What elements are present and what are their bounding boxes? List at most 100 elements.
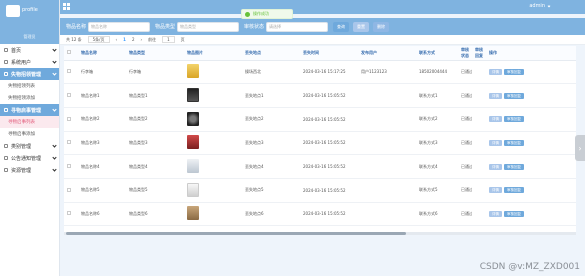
- sidebar-item[interactable]: 资源管理: [0, 164, 59, 176]
- sidebar-item[interactable]: 寻物启事管理: [0, 104, 59, 116]
- cell-time: 2024-03-16 15:05:52: [300, 202, 358, 227]
- cell-status: 已通过: [458, 60, 472, 85]
- sidebar-item-label: 寻物启事添加: [8, 132, 35, 137]
- item-type-input[interactable]: 物品类型: [177, 21, 240, 32]
- review-button[interactable]: 审核回复: [504, 68, 524, 75]
- table-row: 物品名称3 物品类型3 丢失地点3 2024-03-16 15:05:52 联系方式3 已…: [64, 131, 576, 156]
- item-image[interactable]: [187, 64, 199, 79]
- row-checkbox[interactable]: [67, 69, 71, 74]
- review-button[interactable]: 审核回复: [504, 116, 524, 123]
- cell-status: 已通过: [458, 154, 472, 179]
- cell-name: 物品名称4: [78, 154, 126, 179]
- row-checkbox[interactable]: [67, 164, 71, 169]
- sidebar-item[interactable]: 失物招领管理: [0, 68, 59, 80]
- detail-button[interactable]: 详情: [489, 68, 502, 75]
- menu-item-icon: [4, 108, 8, 112]
- item-image[interactable]: [187, 159, 199, 174]
- sidebar-nav: 首页系统用户失物招领管理 失物招领列表 失物招领添加 寻物启事管理寻物启事列表 寻物启事…: [0, 44, 59, 176]
- item-type-label: 物品类型: [155, 24, 176, 30]
- reset-button[interactable]: 重置: [353, 21, 370, 32]
- cell-reply: [472, 154, 486, 179]
- row-checkbox[interactable]: [67, 211, 71, 216]
- detail-button[interactable]: 详情: [489, 139, 502, 146]
- user-menu[interactable]: admin: [529, 3, 545, 9]
- cell-user: [358, 83, 416, 108]
- review-button[interactable]: 审核回复: [504, 163, 524, 170]
- item-image[interactable]: [187, 135, 199, 150]
- item-image[interactable]: [187, 182, 199, 197]
- cell-place: 丢失地点3: [242, 131, 300, 156]
- detail-button[interactable]: 详情: [489, 187, 502, 194]
- status-select[interactable]: 请选择: [266, 21, 329, 32]
- detail-button[interactable]: 详情: [489, 210, 502, 217]
- row-checkbox[interactable]: [67, 116, 71, 121]
- cell-time: 2024-03-16 15:05:52: [300, 154, 358, 179]
- sidebar-subitem[interactable]: 失物招领添加: [0, 92, 59, 104]
- cell-user: [358, 154, 416, 179]
- review-button[interactable]: 审核回复: [504, 187, 524, 194]
- cell-time: 2024-03-16 15:05:52: [300, 107, 358, 132]
- cell-user: [358, 107, 416, 132]
- prev-page-icon[interactable]: ‹: [116, 37, 118, 42]
- sidebar-item[interactable]: 系统用户: [0, 56, 59, 68]
- sidebar-item[interactable]: 公告通知管理: [0, 152, 59, 164]
- goto-input[interactable]: 1: [162, 36, 175, 43]
- page-1[interactable]: 1: [123, 37, 126, 42]
- page-unit: 页: [180, 36, 185, 42]
- menu-item-icon: [4, 168, 8, 172]
- column-header: 丢失地点: [242, 46, 300, 61]
- menu-grid-icon[interactable]: [63, 3, 70, 10]
- cell-type: 行李箱: [126, 60, 184, 85]
- review-button[interactable]: 审核回复: [504, 210, 524, 217]
- review-button[interactable]: 审核回复: [504, 92, 524, 99]
- detail-button[interactable]: 详情: [489, 116, 502, 123]
- scrollbar-thumb[interactable]: [66, 232, 406, 235]
- item-image[interactable]: [187, 111, 199, 126]
- item-image[interactable]: [187, 206, 199, 221]
- chevron-right-icon[interactable]: ›: [575, 135, 585, 161]
- column-header: 发布用户: [358, 46, 416, 61]
- cell-type: 物品类型2: [126, 107, 184, 132]
- sidebar-subitem[interactable]: 失物招领列表: [0, 80, 59, 92]
- menu-item-icon: [4, 144, 8, 148]
- cell-reply: [472, 60, 486, 85]
- horizontal-scrollbar[interactable]: [64, 232, 576, 235]
- sidebar-item-label: 资源管理: [11, 167, 32, 174]
- sidebar-item-label: 首页: [11, 47, 22, 54]
- detail-button[interactable]: 详情: [489, 92, 502, 99]
- status-label: 审核状态: [244, 24, 265, 30]
- item-name-input[interactable]: 物品名称: [88, 21, 151, 32]
- cell-reply: [472, 107, 486, 132]
- page-size-select[interactable]: 5条/页: [87, 36, 110, 43]
- detail-button[interactable]: 详情: [489, 163, 502, 170]
- top-bar: admin: [60, 0, 585, 14]
- sidebar-subitem[interactable]: 寻物启事列表: [0, 116, 59, 128]
- sidebar-subitem[interactable]: 寻物启事添加: [0, 128, 59, 140]
- review-button[interactable]: 审核回复: [504, 139, 524, 146]
- item-image[interactable]: [187, 88, 199, 103]
- sidebar: profile 管理员 首页 系统用户 失物招领管理 失物招领列表 失物招领添加 寻物启事…: [0, 0, 60, 276]
- delete-button[interactable]: 删除: [373, 21, 390, 32]
- row-checkbox[interactable]: [67, 93, 71, 98]
- row-checkbox[interactable]: [67, 140, 71, 145]
- cell-type: 物品类型6: [126, 202, 184, 227]
- chevron-icon: [52, 47, 57, 52]
- chevron-down-icon[interactable]: [547, 4, 551, 8]
- chevron-icon: [52, 71, 57, 76]
- sidebar-item-label: 寻物启事列表: [8, 120, 35, 125]
- select-all-checkbox[interactable]: [67, 50, 71, 55]
- sidebar-item[interactable]: 首页: [0, 44, 59, 56]
- table-body: 行李箱 行李箱 操场西北 2024-03-16 15:17:25 用户1123123 18…: [64, 60, 576, 227]
- next-page-icon[interactable]: ›: [141, 37, 143, 42]
- sidebar-item[interactable]: 类别管理: [0, 140, 59, 152]
- row-checkbox[interactable]: [67, 187, 71, 192]
- cell-contact: 18502004444: [416, 60, 458, 85]
- column-header: 物品图片: [184, 46, 242, 61]
- table-row: 物品名称5 物品类型5 丢失地点5 2024-03-16 15:05:52 联系方式5 已…: [64, 178, 576, 203]
- total-count: 共 12 条: [66, 36, 82, 42]
- cell-reply: [472, 131, 486, 156]
- sidebar-item-label: 系统用户: [11, 59, 32, 66]
- toast-message: 操作成功: [253, 11, 269, 16]
- page-2[interactable]: 2: [132, 37, 135, 42]
- query-button[interactable]: 查询: [333, 21, 350, 32]
